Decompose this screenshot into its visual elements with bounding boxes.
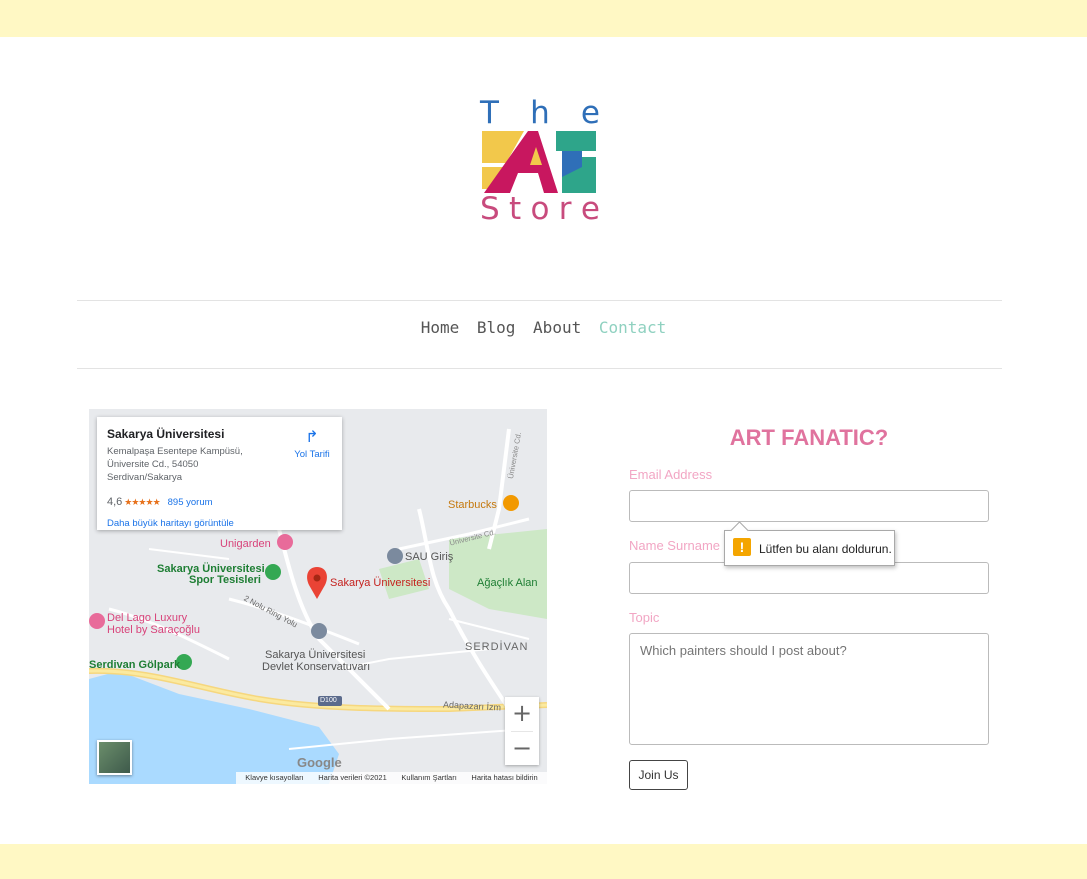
email-field[interactable] <box>629 490 989 522</box>
validation-tooltip: ! Lütfen bu alanı doldurun. <box>724 530 895 566</box>
directions-button[interactable]: ↱ Yol Tarifi <box>287 429 337 460</box>
logo-letter: h <box>530 95 550 131</box>
logo-art-mark <box>482 131 596 193</box>
nav-divider-top <box>77 300 1002 301</box>
logo-letter: e <box>580 95 600 131</box>
report-error-link[interactable]: Harita hatası bildirin <box>471 772 537 784</box>
keyboard-shortcuts-link[interactable]: Klavye kısayolları <box>245 772 303 784</box>
map-label-sakarya-univ[interactable]: Sakarya Üniversitesi <box>330 577 430 589</box>
map-label-konservatuvar-2: Devlet Konservatuvarı <box>262 661 371 673</box>
map-label-spor-2: Spor Tesisleri <box>189 574 261 586</box>
top-band <box>0 0 1087 37</box>
embedded-map[interactable]: Starbucks Unigarden SAU Giriş Sakarya Ün… <box>89 409 547 784</box>
logo-letter: r <box>558 191 572 227</box>
zoom-controls: + − <box>505 697 539 765</box>
validation-message: Lütfen bu alanı doldurun. <box>759 542 892 556</box>
place-address: Kemalpaşa Esentepe Kampüsü, Üniversite C… <box>107 446 243 483</box>
form-title: ART FANATIC? <box>729 425 889 450</box>
bottom-band <box>0 844 1087 879</box>
nav-divider-bottom <box>77 368 1002 369</box>
logo-letter: T <box>480 95 499 131</box>
nav-blog[interactable]: Blog <box>477 318 516 337</box>
place-card: Sakarya Üniversitesi Kemalpaşa Esentepe … <box>97 417 342 530</box>
map-label-d100: D100 <box>320 697 337 704</box>
rating-value: 4,6 <box>107 496 123 508</box>
map-attribution: Klavye kısayolları Harita verileri ©2021… <box>236 772 547 784</box>
google-logo[interactable]: Google <box>297 755 342 770</box>
bigger-map-link[interactable]: Daha büyük haritayı görüntüle <box>107 518 234 529</box>
zoom-out-button[interactable]: − <box>505 732 539 766</box>
join-us-button[interactable]: Join Us <box>629 760 688 790</box>
logo-letter: S <box>480 191 500 227</box>
warning-icon: ! <box>733 538 751 556</box>
map-label-del-lago-1[interactable]: Del Lago Luxury <box>107 612 187 624</box>
nav-about[interactable]: About <box>533 318 581 337</box>
name-label: Name Surname <box>629 538 721 553</box>
reviews-link[interactable]: 895 yorum <box>168 497 213 508</box>
place-rating: 4,6 ★★★★★ 895 yorum <box>107 496 213 508</box>
logo-line-store: S t o r e <box>480 193 600 225</box>
map-label-agaclik[interactable]: Ağaçlık Alan <box>477 577 538 589</box>
map-label-konservatuvar-1[interactable]: Sakarya Üniversitesi <box>265 649 365 661</box>
map-label-del-lago-2: Hotel by Saraçoğlu <box>107 624 200 636</box>
topic-label: Topic <box>629 610 660 625</box>
logo-line-the: T h e <box>480 97 600 129</box>
name-field[interactable] <box>629 562 989 594</box>
email-label: Email Address <box>629 467 713 482</box>
map-label-starbucks[interactable]: Starbucks <box>448 499 497 511</box>
logo-letter: e <box>580 191 600 227</box>
topic-field[interactable] <box>629 633 989 745</box>
main-nav: Home Blog About Contact <box>0 318 1087 337</box>
terms-link[interactable]: Kullanım Şartları <box>401 772 456 784</box>
map-label-sau-giris[interactable]: SAU Giriş <box>405 551 453 563</box>
site-logo[interactable]: T h e S t o r e <box>478 97 602 227</box>
star-rating-icon: ★★★★★ <box>124 497 160 507</box>
directions-icon: ↱ <box>305 429 319 446</box>
map-label-unigarden[interactable]: Unigarden <box>220 538 271 550</box>
logo-letter: t <box>509 191 522 227</box>
map-label-golpark[interactable]: Serdivan Gölpark <box>89 659 180 671</box>
map-data-text: Harita verileri ©2021 <box>318 773 387 782</box>
satellite-toggle[interactable] <box>97 740 132 775</box>
nav-home[interactable]: Home <box>421 318 460 337</box>
directions-label: Yol Tarifi <box>294 449 330 460</box>
nav-contact[interactable]: Contact <box>599 318 666 337</box>
logo-letter: o <box>530 191 550 227</box>
map-label-serdivan: SERDİVAN <box>465 641 529 653</box>
place-name: Sakarya Üniversitesi <box>107 427 225 441</box>
zoom-in-button[interactable]: + <box>505 697 539 731</box>
